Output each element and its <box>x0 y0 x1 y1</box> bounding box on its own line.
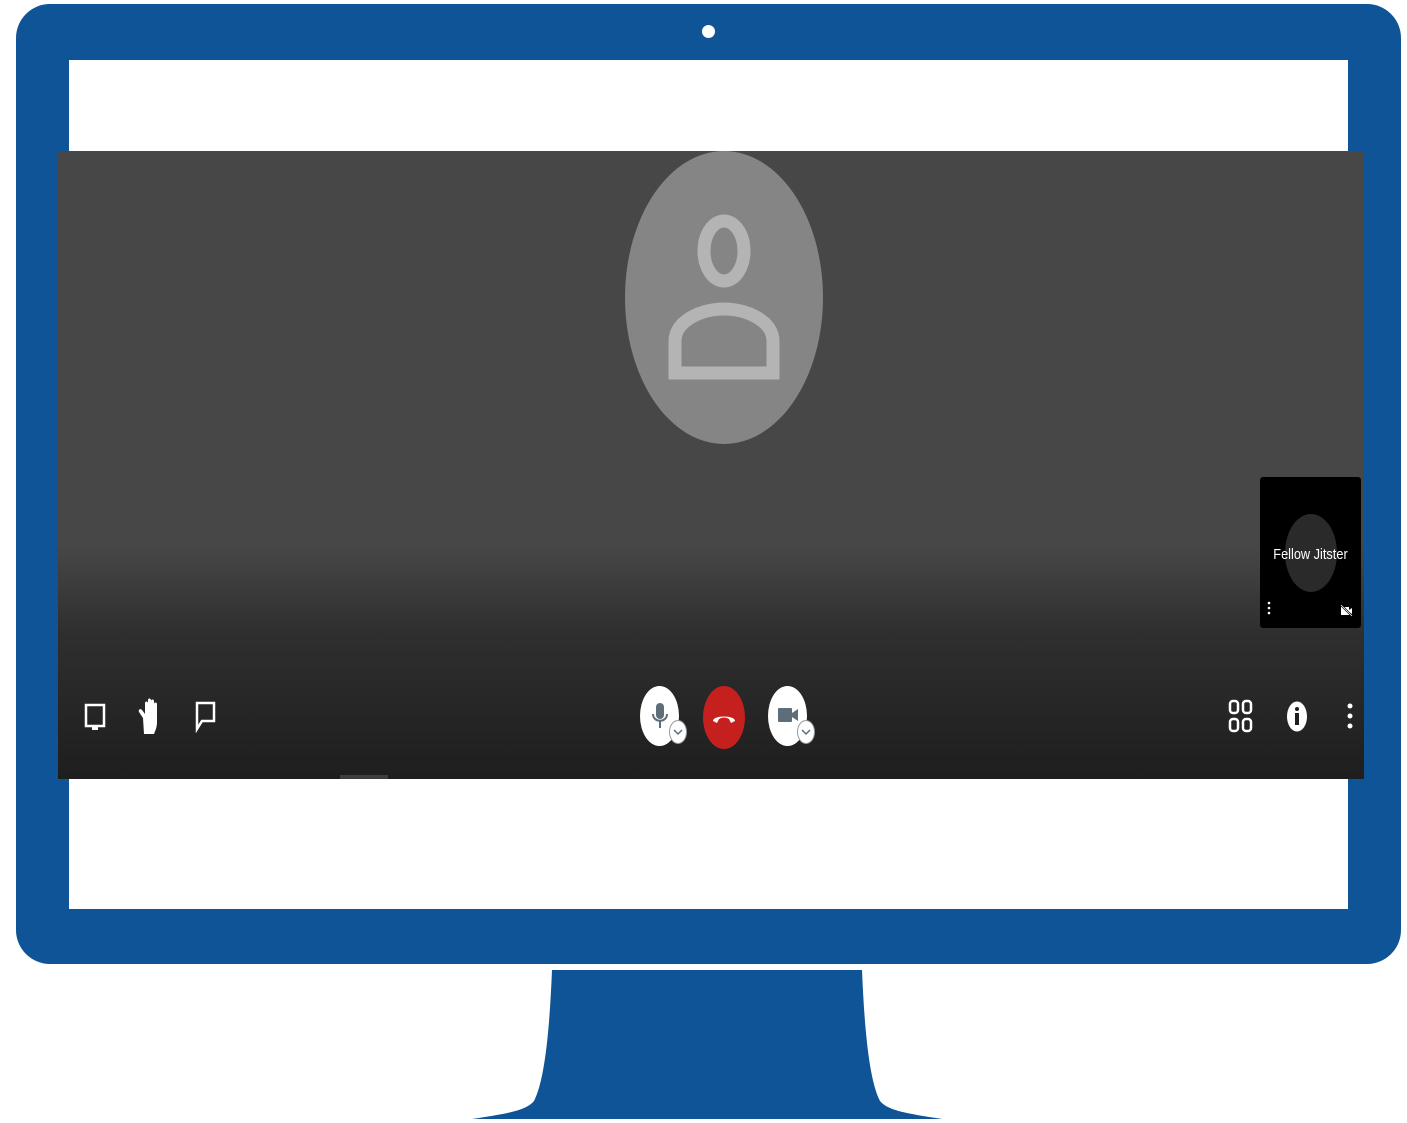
chevron-down-icon <box>673 729 683 736</box>
more-vertical-icon <box>1347 703 1353 729</box>
more-options-button[interactable] <box>1346 702 1354 730</box>
camera-off-icon <box>1340 604 1353 617</box>
microphone-icon <box>652 703 668 728</box>
chat-bubble-icon <box>195 701 216 733</box>
info-icon <box>1287 701 1307 732</box>
camera-options-button[interactable] <box>797 720 815 744</box>
toolbar-handle <box>340 775 388 779</box>
microphone-button[interactable] <box>640 686 687 746</box>
share-screen-button[interactable] <box>84 702 106 732</box>
monitor-icon <box>84 703 106 730</box>
large-video-avatar <box>625 151 823 444</box>
more-vertical-icon[interactable] <box>1266 601 1272 615</box>
microphone-options-button[interactable] <box>669 720 687 744</box>
filmstrip-thumbnail[interactable]: Fellow Jitster <box>1260 477 1361 628</box>
conference-view: Fellow Jitster <box>58 151 1364 779</box>
tile-grid-icon <box>1228 699 1253 733</box>
video-camera-icon <box>778 708 798 722</box>
monitor-stand <box>472 970 942 1119</box>
chat-button[interactable] <box>194 700 217 733</box>
participant-name: Fellow Jitster <box>1273 546 1348 563</box>
raise-hand-button[interactable] <box>138 698 164 735</box>
user-avatar-icon <box>668 214 780 380</box>
chevron-down-icon <box>801 729 811 736</box>
camera-button[interactable] <box>768 686 815 746</box>
hangup-button[interactable] <box>703 686 745 749</box>
info-button[interactable] <box>1286 700 1308 733</box>
phone-hangup-icon <box>713 716 735 723</box>
hand-icon <box>138 698 157 734</box>
webcam-dot <box>702 25 715 38</box>
tile-view-button[interactable] <box>1228 698 1254 735</box>
